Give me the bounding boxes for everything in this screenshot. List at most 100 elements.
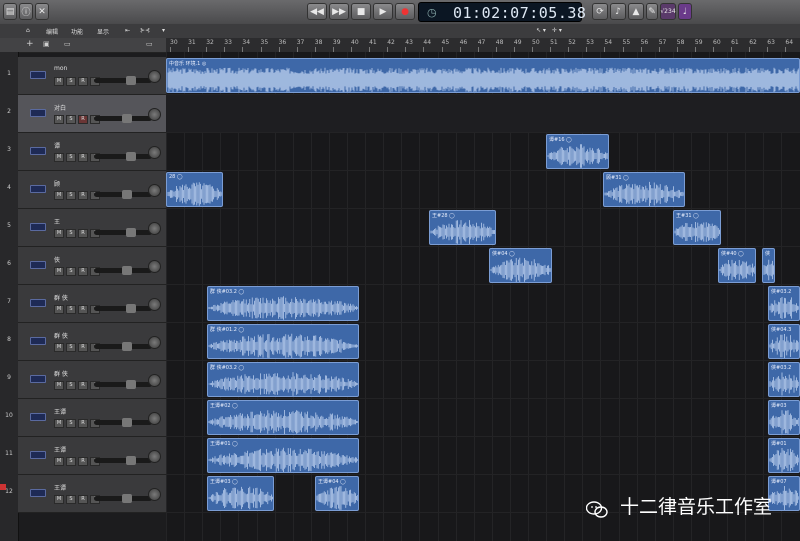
audio-region[interactable]: 王谭#03 ◯ [207, 476, 274, 511]
pan-knob[interactable] [148, 222, 161, 235]
track-lane[interactable] [166, 95, 800, 133]
volume-fader[interactable] [94, 342, 152, 351]
track-record-button[interactable]: R [78, 381, 88, 390]
track-solo-button[interactable]: S [66, 381, 76, 390]
audio-region[interactable]: 侠#04 ◯ [489, 248, 552, 283]
audio-region[interactable]: 侠#04.3 [768, 324, 800, 359]
track-mute-button[interactable]: M [54, 305, 64, 314]
track-solo-button[interactable]: S [66, 419, 76, 428]
audio-region[interactable]: 王谭#04 ◯ [315, 476, 359, 511]
pan-knob[interactable] [148, 260, 161, 273]
track-mute-button[interactable]: M [54, 229, 64, 238]
track-solo-button[interactable]: S [66, 191, 76, 200]
track-record-button[interactable]: R [78, 77, 88, 86]
volume-fader[interactable] [94, 266, 152, 275]
track-mute-button[interactable]: M [54, 267, 64, 276]
audio-region[interactable]: 侠#03.2 [768, 362, 800, 397]
track-record-button[interactable]: R [78, 457, 88, 466]
menu-edit[interactable]: 编辑 [46, 27, 58, 36]
track-name[interactable]: 谭 [54, 141, 60, 150]
track-name[interactable]: 王谭 [54, 445, 66, 454]
track-solo-button[interactable]: S [66, 343, 76, 352]
tuner-icon[interactable]: ♪ [610, 3, 626, 20]
pan-knob[interactable] [148, 298, 161, 311]
track-mute-button[interactable]: M [54, 191, 64, 200]
track-solo-button[interactable]: S [66, 267, 76, 276]
pan-knob[interactable] [148, 412, 161, 425]
audio-region[interactable]: 王谭#01 ◯ [207, 438, 359, 473]
fader-knob[interactable] [126, 228, 136, 237]
track-name[interactable]: 王 [54, 217, 60, 226]
track-solo-button[interactable]: S [66, 77, 76, 86]
audio-region[interactable]: 群 侠#03.2 ◯ [207, 286, 359, 321]
count-in-badge[interactable]: √234 [660, 3, 676, 20]
fader-knob[interactable] [122, 418, 132, 427]
volume-fader[interactable] [94, 114, 152, 123]
fader-knob[interactable] [122, 114, 132, 123]
pan-knob[interactable] [148, 108, 161, 121]
lcd-display[interactable]: ◷ 01:02:07:05.38 [418, 2, 586, 22]
track-header[interactable]: 8 群 侠 MSRI [7, 323, 166, 361]
duplicate-track-icon[interactable]: ▣ [43, 40, 50, 48]
track-lane[interactable] [166, 133, 800, 171]
audio-region[interactable]: 中音乐 环境.1 ◎ [166, 58, 800, 93]
fader-knob[interactable] [122, 266, 132, 275]
audio-region[interactable]: 侠#40 ◯ [718, 248, 756, 283]
volume-fader[interactable] [94, 418, 152, 427]
snap-dropdown[interactable]: ▾ [162, 27, 165, 34]
catch-icon[interactable]: ⌂ [26, 27, 30, 34]
track-mute-button[interactable]: M [54, 419, 64, 428]
mixer-icon[interactable]: ✕ [35, 3, 49, 20]
pan-knob[interactable] [148, 184, 161, 197]
track-solo-button[interactable]: S [66, 305, 76, 314]
pan-knob[interactable] [148, 488, 161, 501]
collapse-icon[interactable]: ▭ [146, 40, 153, 48]
track-header[interactable]: 4 顾 MSRI [7, 171, 166, 209]
play-icon[interactable]: ▶ [373, 3, 393, 20]
track-record-button[interactable]: R [78, 343, 88, 352]
audio-region[interactable]: 谭#16 ◯ [546, 134, 609, 169]
volume-fader[interactable] [94, 190, 152, 199]
track-record-button[interactable]: R [78, 229, 88, 238]
track-record-button[interactable]: R [78, 191, 88, 200]
pan-knob[interactable] [148, 450, 161, 463]
track-name[interactable]: 群 侠 [54, 293, 68, 302]
track-record-button[interactable]: R [78, 305, 88, 314]
track-mute-button[interactable]: M [54, 457, 64, 466]
audio-region[interactable]: 群 侠#01.2 ◯ [207, 324, 359, 359]
track-name[interactable]: 群 侠 [54, 369, 68, 378]
track-lane[interactable] [166, 171, 800, 209]
fast-forward-icon[interactable]: ▶▶ [329, 3, 349, 20]
cycle-icon[interactable]: ⟳ [592, 3, 608, 20]
volume-fader[interactable] [94, 152, 152, 161]
metronome-toggle-icon[interactable]: ♩ [678, 3, 692, 20]
track-record-button[interactable]: R [78, 153, 88, 162]
track-record-button[interactable]: R [78, 419, 88, 428]
fader-knob[interactable] [122, 494, 132, 503]
volume-fader[interactable] [94, 456, 152, 465]
fader-knob[interactable] [126, 76, 136, 85]
track-header[interactable]: 12 王谭 MSRI [5, 475, 166, 513]
track-name[interactable]: 顾 [54, 179, 60, 188]
global-tracks-icon[interactable]: ▭ [64, 40, 71, 48]
track-record-button[interactable]: R [78, 267, 88, 276]
track-mute-button[interactable]: M [54, 153, 64, 162]
flex-icon[interactable]: ⇤ [125, 27, 130, 34]
fader-knob[interactable] [126, 152, 136, 161]
track-mute-button[interactable]: M [54, 115, 64, 124]
snap-icon[interactable]: ⊱⊰ [140, 27, 150, 34]
pointer-tool-icon[interactable]: ↖ ▾ [536, 27, 546, 34]
record-icon[interactable]: ● [395, 3, 415, 20]
track-solo-button[interactable]: S [66, 229, 76, 238]
track-header[interactable]: 3 谭 MSRI [7, 133, 166, 171]
audio-region[interactable]: 侠 [762, 248, 775, 283]
add-track-icon[interactable]: + [26, 39, 34, 49]
pan-knob[interactable] [148, 374, 161, 387]
track-header[interactable]: 7 群 侠 MSRI [7, 285, 166, 323]
fader-knob[interactable] [126, 380, 136, 389]
track-mute-button[interactable]: M [54, 343, 64, 352]
track-name[interactable]: 群 侠 [54, 331, 68, 340]
track-solo-button[interactable]: S [66, 153, 76, 162]
track-mute-button[interactable]: M [54, 381, 64, 390]
arrange-area[interactable]: 中音乐 环境.1 ◎ 谭#16 ◯ 28 ◯ 顾#31 ◯ 王#28 ◯ 王#31 ◯ 侠#… [166, 52, 800, 541]
